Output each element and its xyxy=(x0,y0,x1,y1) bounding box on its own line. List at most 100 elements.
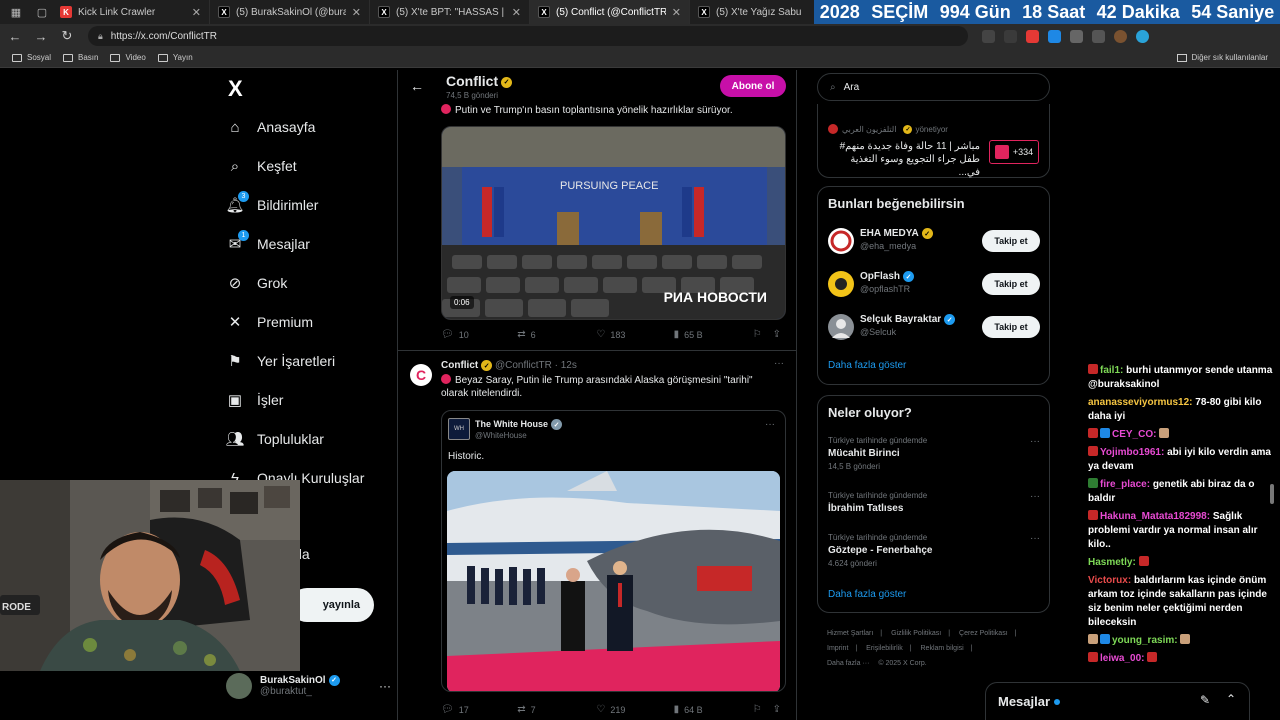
like-button[interactable]: ♡ 219 xyxy=(596,704,673,715)
x-logo-icon[interactable]: X xyxy=(228,76,243,102)
footer-link[interactable]: Daha fazla ··· xyxy=(827,660,869,667)
forward-icon[interactable]: → xyxy=(30,25,52,47)
nav-item-jobs[interactable]: ▣ İşler xyxy=(226,391,284,409)
ad-count-box[interactable]: +334 xyxy=(989,140,1039,164)
folder-icon xyxy=(63,53,74,62)
trend-item[interactable]: Türkiye tarihinde gündemde İbrahim Tatlı… xyxy=(828,491,1040,514)
account-switcher[interactable]: BurakSakinOl ✓ @buraktut_ ··· xyxy=(226,673,391,699)
tweet-time[interactable]: · 12s xyxy=(555,360,577,371)
nav-item-notifications[interactable]: 🔔︎ 3 Bildirimler xyxy=(225,191,318,214)
suggested-account[interactable]: EHA MEDYA ✓ @eha_medya Takip et xyxy=(828,226,1040,256)
trend-item[interactable]: Türkiye tarihinde gündemde Mücahit Birin… xyxy=(828,436,1040,471)
follow-button[interactable]: Takip et xyxy=(982,273,1040,295)
views-button[interactable]: ▮ 65 B xyxy=(674,329,753,340)
extension-icon[interactable] xyxy=(1092,29,1105,43)
post-button[interactable]: yayınla xyxy=(290,588,374,622)
like-button[interactable]: ♡ 183 xyxy=(596,329,673,340)
nav-item-premium[interactable]: ✕ Premium xyxy=(226,313,313,331)
search-input[interactable]: ⌕ Ara xyxy=(817,73,1050,101)
compose-message-icon[interactable]: ✎ xyxy=(1200,693,1210,707)
subscribe-button[interactable]: Abone ol xyxy=(720,75,786,97)
bookmark-folder[interactable]: Sosyal xyxy=(12,53,51,62)
more-options-icon[interactable]: ··· xyxy=(1030,533,1040,544)
tweet-author-handle[interactable]: @ConflictTR xyxy=(495,360,552,371)
footer-link[interactable]: Erişilebilirlik xyxy=(866,645,903,652)
page-scrollbar[interactable] xyxy=(1270,484,1274,504)
nav-item-grok[interactable]: ⊘ Grok xyxy=(226,274,288,292)
extension-icon[interactable] xyxy=(1048,29,1061,43)
close-tab-icon[interactable]: ✕ xyxy=(672,6,681,19)
nav-item-bookmarks[interactable]: ⚑ Yer İşaretleri xyxy=(226,352,335,370)
extension-icon[interactable] xyxy=(1026,29,1039,43)
window-menu-icon[interactable]: ▦ xyxy=(6,2,26,22)
bookmark-button[interactable]: ⚐ xyxy=(753,704,773,715)
reply-button[interactable]: 💬︎ 10 xyxy=(441,329,517,340)
show-more-link[interactable]: Daha fazla göster xyxy=(828,589,906,600)
nav-item-home[interactable]: ⌂ Anasayfa xyxy=(226,118,315,136)
suggested-account[interactable]: OpFlash ✓ @opflashTR Takip et xyxy=(828,269,1040,299)
bookmark-button[interactable]: ⚐ xyxy=(753,329,773,340)
messages-drawer[interactable]: Mesajlar ✎ ⌃ xyxy=(985,682,1250,720)
avatar[interactable]: C xyxy=(410,364,432,386)
chat-badge-icon xyxy=(1088,364,1098,374)
bookmark-folder[interactable]: Yayın xyxy=(157,53,193,62)
tweet-photo[interactable] xyxy=(447,471,780,691)
bookmark-folder[interactable]: Basın xyxy=(63,53,98,62)
extension-icon[interactable] xyxy=(982,29,995,43)
chat-badge-icon xyxy=(1088,428,1098,438)
quoted-tweet[interactable]: WH The White House ✓ @WhiteHouse ··· Hist… xyxy=(441,410,786,692)
footer-link[interactable]: Gizlilik Politikası xyxy=(891,630,941,637)
chat-badge-icon xyxy=(1088,446,1098,456)
follow-button[interactable]: Takip et xyxy=(982,316,1040,338)
more-options-icon[interactable]: ··· xyxy=(765,419,775,430)
like-count: 219 xyxy=(610,704,626,715)
more-options-icon[interactable]: ··· xyxy=(1030,491,1040,502)
close-tab-icon[interactable]: ✕ xyxy=(192,6,201,19)
views-button[interactable]: ▮ 64 B xyxy=(674,704,753,715)
other-bookmarks[interactable]: Diğer sık kullanılanlar xyxy=(1176,53,1268,62)
ad-headline[interactable]: مباشر | 11 حالة وفاة جديدة منهم# طفل جرا… xyxy=(828,140,980,179)
lock-icon: 🔒︎ xyxy=(98,30,103,41)
close-tab-icon[interactable]: ✕ xyxy=(512,6,521,19)
more-options-icon[interactable]: ··· xyxy=(774,358,784,369)
close-tab-icon[interactable]: ✕ xyxy=(352,6,361,19)
extension-icon[interactable] xyxy=(1004,29,1017,43)
footer-link[interactable]: Hizmet Şartları xyxy=(827,630,873,637)
share-button[interactable]: ⇪ xyxy=(773,704,786,715)
browser-tab[interactable]: X (5) X'te Yağız Sabuncuoğlu: " xyxy=(690,0,810,24)
page-title: Conflict ✓ xyxy=(446,73,513,89)
suggested-account[interactable]: Selçuk Bayraktar ✓ @Selcuk Takip et xyxy=(828,312,1040,342)
profile-avatar-icon[interactable] xyxy=(1114,29,1127,43)
nav-item-messages[interactable]: ✉ 1 Mesajlar xyxy=(226,230,310,253)
nav-item-communities[interactable]: 👥︎ Topluluklar xyxy=(225,430,323,448)
trend-item[interactable]: Türkiye tarihinde gündemde Göztepe - Fen… xyxy=(828,533,1040,568)
extension-icon[interactable] xyxy=(1070,29,1083,43)
tweet-video[interactable]: PURSUING PEACE 0:06 РИА НОВОСТИ xyxy=(441,126,786,320)
address-bar[interactable]: 🔒︎ https://x.com/ConflictTR xyxy=(88,26,968,46)
browser-tab[interactable]: X (5) BurakSakinOl (@buraktut_) / X ✕ xyxy=(210,0,370,24)
browser-tab[interactable]: K Kick Link Crawler ✕ xyxy=(52,0,210,24)
repost-button[interactable]: ⇄ 6 xyxy=(517,329,596,340)
reload-icon[interactable]: ↻ xyxy=(56,25,78,47)
follow-button[interactable]: Takip et xyxy=(982,230,1040,252)
share-button[interactable]: ⇪ xyxy=(773,329,786,340)
tweet-author-name[interactable]: Conflict xyxy=(441,360,478,371)
more-options-icon[interactable]: ··· xyxy=(1030,436,1040,447)
browser-tab[interactable]: X (5) X'te BPT: "HASSAS | İstanbul'd ✕ xyxy=(370,0,530,24)
x-tab-icon: X xyxy=(698,6,710,18)
footer-link[interactable]: Imprint xyxy=(827,645,848,652)
tab-actions-icon[interactable]: ▢ xyxy=(32,2,52,22)
repost-button[interactable]: ⇄ 7 xyxy=(517,704,596,715)
chevron-up-icon[interactable]: ⌃ xyxy=(1226,692,1236,706)
back-arrow-icon[interactable]: ← xyxy=(410,78,424,94)
more-options-icon[interactable]: ··· xyxy=(379,679,391,693)
nav-item-explore[interactable]: ⌕ Keşfet xyxy=(226,157,297,175)
reply-button[interactable]: 💬︎ 17 xyxy=(441,704,517,715)
footer-link[interactable]: Reklam bilgisi xyxy=(921,645,964,652)
show-more-link[interactable]: Daha fazla göster xyxy=(828,360,906,371)
browser-tab-active[interactable]: X (5) Conflict (@ConflictTR) / X ✕ xyxy=(530,0,690,24)
back-icon[interactable]: ← xyxy=(4,25,26,47)
footer-link[interactable]: Çerez Politikası xyxy=(959,630,1008,637)
bookmark-folder[interactable]: Video xyxy=(110,53,146,62)
copilot-icon[interactable] xyxy=(1136,29,1149,43)
